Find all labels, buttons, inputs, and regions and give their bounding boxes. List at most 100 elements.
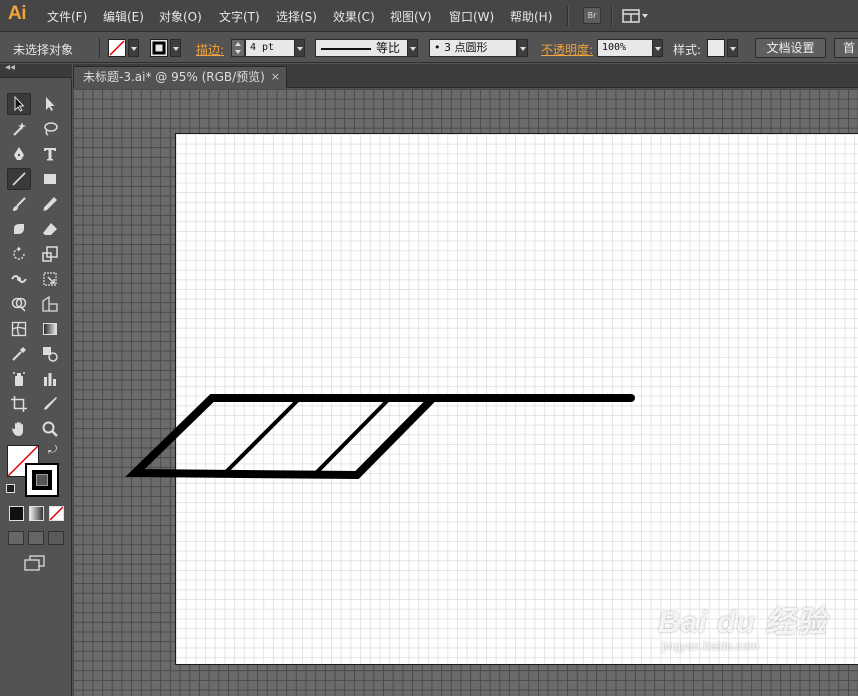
menu-edit[interactable]: 编辑(E) [103, 8, 144, 25]
gradient-tool[interactable] [38, 318, 62, 340]
column-graph-tool[interactable] [38, 368, 62, 390]
rectangle-tool[interactable] [38, 168, 62, 190]
blend-tool[interactable] [38, 343, 62, 365]
type-t-icon [44, 148, 56, 161]
pencil-tool[interactable] [38, 193, 62, 215]
menu-view[interactable]: 视图(V) [390, 8, 432, 25]
style-label: 样式: [673, 43, 702, 57]
arrange-documents-icon [622, 9, 648, 23]
line-segment-tool[interactable] [7, 168, 31, 190]
eyedropper-icon [12, 347, 26, 361]
rotate-tool[interactable] [7, 243, 31, 265]
stroke-color-icon [152, 41, 166, 55]
menu-file[interactable]: 文件(F) [47, 8, 87, 25]
direct-selection-tool[interactable] [38, 93, 62, 115]
rectangle-icon [44, 174, 56, 184]
none-mode-button[interactable] [49, 506, 64, 521]
opacity-label[interactable]: 不透明度: [541, 41, 593, 58]
profile-label: 等比 [375, 41, 400, 55]
perspective-grid-icon [42, 296, 58, 312]
brush-definition-field[interactable]: • 3 点圆形 [429, 39, 517, 57]
pen-tool[interactable] [7, 143, 31, 165]
toolbox-header[interactable]: ◂◂ [0, 62, 72, 78]
baidu-watermark: Bai du 经验 jingyan.baidu.com [658, 597, 827, 653]
graphic-style-dropdown[interactable] [727, 39, 738, 57]
slice-tool[interactable] [38, 393, 62, 415]
bridge-button[interactable]: Br [583, 7, 601, 24]
workspace-switcher-button[interactable] [622, 8, 650, 24]
scale-icon [42, 246, 58, 262]
draw-behind-button[interactable] [28, 531, 44, 545]
type-tool[interactable] [38, 143, 62, 165]
magic-wand-tool[interactable] [7, 118, 31, 140]
lasso-icon [44, 122, 58, 136]
menu-help[interactable]: 帮助(H) [510, 8, 552, 25]
menu-object[interactable]: 对象(O) [159, 8, 202, 25]
stroke-weight-stepper[interactable] [231, 39, 245, 57]
default-colors-icon[interactable] [6, 484, 15, 493]
opacity-dropdown[interactable] [652, 39, 663, 57]
color-mode-button[interactable] [9, 506, 24, 521]
paintbrush-tool[interactable] [7, 193, 31, 215]
menu-select[interactable]: 选择(S) [276, 8, 317, 25]
screen-mode-button[interactable] [24, 555, 46, 571]
canvas-pasteboard[interactable]: Bai du 经验 jingyan.baidu.com [73, 89, 858, 696]
control-divider [99, 38, 100, 58]
zoom-tool[interactable] [38, 418, 62, 440]
perspective-grid-tool[interactable] [38, 293, 62, 315]
parallelogram-shape[interactable] [125, 394, 443, 480]
rotate-icon [13, 246, 25, 260]
eyedropper-tool[interactable] [7, 343, 31, 365]
slice-knife-icon [44, 397, 57, 410]
stroke-swatch[interactable] [150, 39, 168, 57]
eraser-tool[interactable] [38, 218, 62, 240]
scale-tool[interactable] [38, 243, 62, 265]
close-tab-icon[interactable]: × [271, 67, 280, 87]
watermark-url: jingyan.baidu.com [662, 639, 759, 653]
variable-width-profile[interactable]: 等比 [315, 39, 409, 57]
menu-divider [611, 6, 612, 26]
diagonal-line-2[interactable] [315, 398, 390, 474]
stroke-label[interactable]: 描边: [196, 41, 224, 58]
free-transform-tool[interactable] [38, 268, 62, 290]
profile-dropdown[interactable] [407, 39, 418, 57]
artboard-tool[interactable] [7, 393, 31, 415]
mesh-tool[interactable] [7, 318, 31, 340]
document-tab[interactable]: 未标题-3.ai* @ 95% (RGB/预览) × [73, 66, 287, 88]
eraser-icon [43, 223, 57, 235]
diagonal-line-1[interactable] [224, 398, 300, 474]
symbol-sprayer-icon [13, 372, 25, 386]
magnifier-icon [42, 421, 58, 437]
width-tool[interactable] [7, 268, 31, 290]
stroke-color-fill [32, 470, 52, 490]
menu-divider [567, 6, 568, 26]
collapse-panel-icon[interactable]: ◂◂ [5, 62, 15, 73]
preferences-button[interactable]: 首 [834, 38, 858, 58]
draw-inside-button[interactable] [48, 531, 64, 545]
menu-effect[interactable]: 效果(C) [333, 8, 375, 25]
document-setup-button[interactable]: 文档设置 [755, 38, 826, 58]
draw-normal-button[interactable] [8, 531, 24, 545]
shape-builder-icon [11, 297, 27, 312]
fill-dropdown[interactable] [128, 39, 139, 57]
stroke-weight-dropdown[interactable] [294, 39, 305, 57]
menu-window[interactable]: 窗口(W) [449, 8, 494, 25]
gradient-mode-button[interactable] [29, 506, 44, 521]
blob-brush-tool[interactable] [7, 218, 31, 240]
width-icon [11, 275, 27, 283]
stroke-dropdown[interactable] [170, 39, 181, 57]
stroke-color-box[interactable] [25, 463, 59, 497]
graphic-style-swatch[interactable] [707, 39, 725, 57]
column-graph-icon [44, 373, 56, 386]
lasso-tool[interactable] [38, 118, 62, 140]
opacity-field[interactable]: 100% [597, 39, 653, 57]
hand-tool[interactable] [7, 418, 31, 440]
shape-builder-tool[interactable] [7, 293, 31, 315]
fill-swatch[interactable] [108, 39, 126, 57]
swap-fill-stroke-icon[interactable]: ⤾ [48, 443, 57, 457]
brush-dropdown[interactable] [517, 39, 528, 57]
menu-type[interactable]: 文字(T) [219, 8, 260, 25]
symbol-sprayer-tool[interactable] [7, 368, 31, 390]
menu-bar: Ai 文件(F) 编辑(E) 对象(O) 文字(T) 选择(S) 效果(C) 视… [0, 0, 858, 32]
selection-tool[interactable] [7, 93, 31, 115]
